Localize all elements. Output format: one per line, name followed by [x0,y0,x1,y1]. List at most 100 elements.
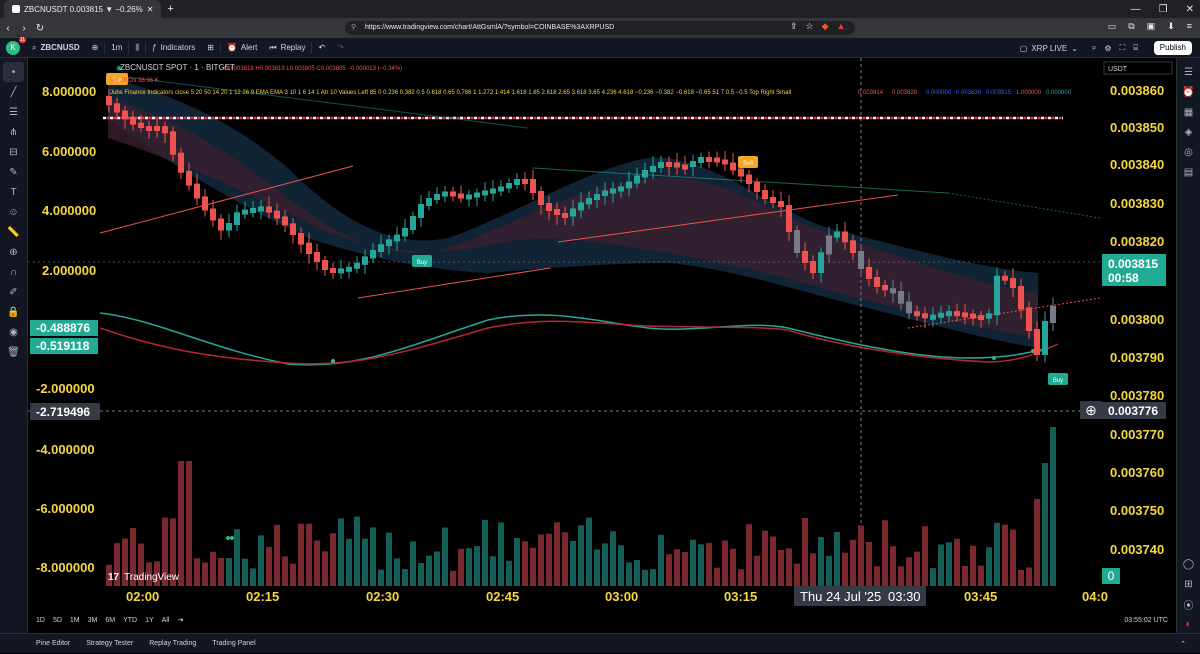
candle[interactable] [802,251,808,263]
candle[interactable] [578,202,584,211]
text-tool-icon[interactable]: T [0,182,27,202]
candle[interactable] [674,162,680,168]
candle[interactable] [330,268,336,273]
publish-button[interactable]: Publish [1153,41,1192,55]
candle[interactable] [146,126,152,131]
candle[interactable] [714,157,720,163]
candle[interactable] [130,117,136,125]
collapse-panel-icon[interactable]: ⌃ [1180,640,1186,648]
site-info-icon[interactable]: ⚲ [351,21,356,35]
zoom-in-icon[interactable]: ⊕ [0,242,27,262]
wallet-icon[interactable]: ▣ [1147,21,1156,32]
pine-icon[interactable]: ⊞ [1177,574,1200,594]
candle[interactable] [1010,278,1016,288]
magnet-icon[interactable]: ∩ [0,262,27,282]
candle[interactable] [850,240,856,253]
candle[interactable] [234,212,240,225]
candle[interactable] [250,208,256,213]
candle[interactable] [458,193,464,199]
compare-symbol-button[interactable]: ⊕ [86,38,105,58]
tab-strategy-tester[interactable]: Strategy Tester [86,640,133,647]
candle[interactable] [698,157,704,163]
range-button[interactable]: 1M [70,617,80,624]
help-icon[interactable]: ⦿ [1177,594,1200,614]
candle[interactable] [834,231,840,238]
candle[interactable] [914,311,920,317]
quick-search-icon[interactable]: ⌕ [1092,43,1096,53]
reload-button[interactable]: ↻ [32,23,48,34]
chart-pane[interactable]: Buy Buy Sell Sell 8.000000 6.000000 4.00… [28,58,1176,608]
candle[interactable] [994,275,1000,316]
new-tab-button[interactable]: + [167,3,173,15]
candle[interactable] [1034,329,1040,355]
fib-retracement-icon[interactable]: ☰ [0,102,27,122]
candle[interactable] [426,198,432,206]
candle[interactable] [162,126,168,134]
candle[interactable] [186,170,192,186]
candle[interactable] [906,301,912,314]
candle[interactable] [450,191,456,197]
tab-replay-trading[interactable]: Replay Trading [149,640,196,647]
candle[interactable] [106,96,112,106]
menu-icon[interactable]: ≡ [1187,21,1192,32]
legend-indicator[interactable]: Jubs Finance Indicators close 5 20 50 14… [110,90,791,96]
interval-button[interactable]: 1m [105,38,128,58]
candle[interactable] [418,204,424,218]
candle[interactable] [474,192,480,198]
candle[interactable] [810,261,816,273]
object-tree-icon[interactable]: ▦ [1177,102,1200,122]
candle[interactable] [1042,321,1048,355]
avatar[interactable]: K 11 [6,36,26,55]
sell-signal[interactable]: Sell [738,156,758,168]
cursor-icon[interactable]: • [3,62,24,82]
candle[interactable] [546,203,552,211]
candle[interactable] [586,198,592,205]
candle[interactable] [746,174,752,185]
candle[interactable] [762,190,768,199]
candle[interactable] [722,159,728,165]
watchlist-icon[interactable]: ☰ [1177,62,1200,82]
candle[interactable] [362,256,368,265]
eye-icon[interactable]: ◉ [0,322,27,342]
candle[interactable] [754,182,760,192]
range-button[interactable]: YTD [123,617,137,624]
candle[interactable] [826,235,832,255]
candle[interactable] [114,103,120,113]
pitchfork-icon[interactable]: ⋔ [0,122,27,142]
candle[interactable] [778,201,784,207]
candle[interactable] [482,190,488,196]
replay-button[interactable]: ⏮ Replay [263,38,311,58]
candle[interactable] [954,311,960,317]
candle[interactable] [378,244,384,252]
trash-icon[interactable]: 🗑 [0,342,27,362]
candle[interactable] [962,312,968,318]
candle[interactable] [402,228,408,237]
redo-button[interactable]: ↷ [331,38,350,58]
buy-signal[interactable]: Buy [412,255,432,267]
candle[interactable] [338,268,344,274]
candle[interactable] [322,260,328,270]
emoji-icon[interactable]: ☺ [0,202,27,222]
stay-in-drawing-mode-icon[interactable]: ✐ [0,282,27,302]
close-window-button[interactable]: ✕ [1186,4,1194,15]
candle[interactable] [410,216,416,230]
candle[interactable] [922,313,928,319]
indicators-button[interactable]: ƒ Indicators [146,38,201,58]
brave-shield-icon[interactable]: ◆ [822,21,829,32]
candle[interactable] [890,288,896,294]
candle[interactable] [842,231,848,243]
candle[interactable] [818,252,824,273]
candle[interactable] [1026,307,1032,331]
range-button[interactable]: All [162,617,170,624]
candle[interactable] [602,190,608,197]
trend-line-icon[interactable]: ╱ [0,82,27,102]
candle[interactable] [138,122,144,128]
candle[interactable] [610,188,616,194]
candle[interactable] [594,194,600,200]
brush-icon[interactable]: ✎ [0,162,27,182]
candle[interactable] [266,206,272,213]
candle[interactable] [938,312,944,318]
share-icon[interactable]: ⇪ [790,21,798,32]
brave-rewards-icon[interactable]: ▲ [837,21,846,32]
undo-button[interactable]: ↶ [312,38,331,58]
